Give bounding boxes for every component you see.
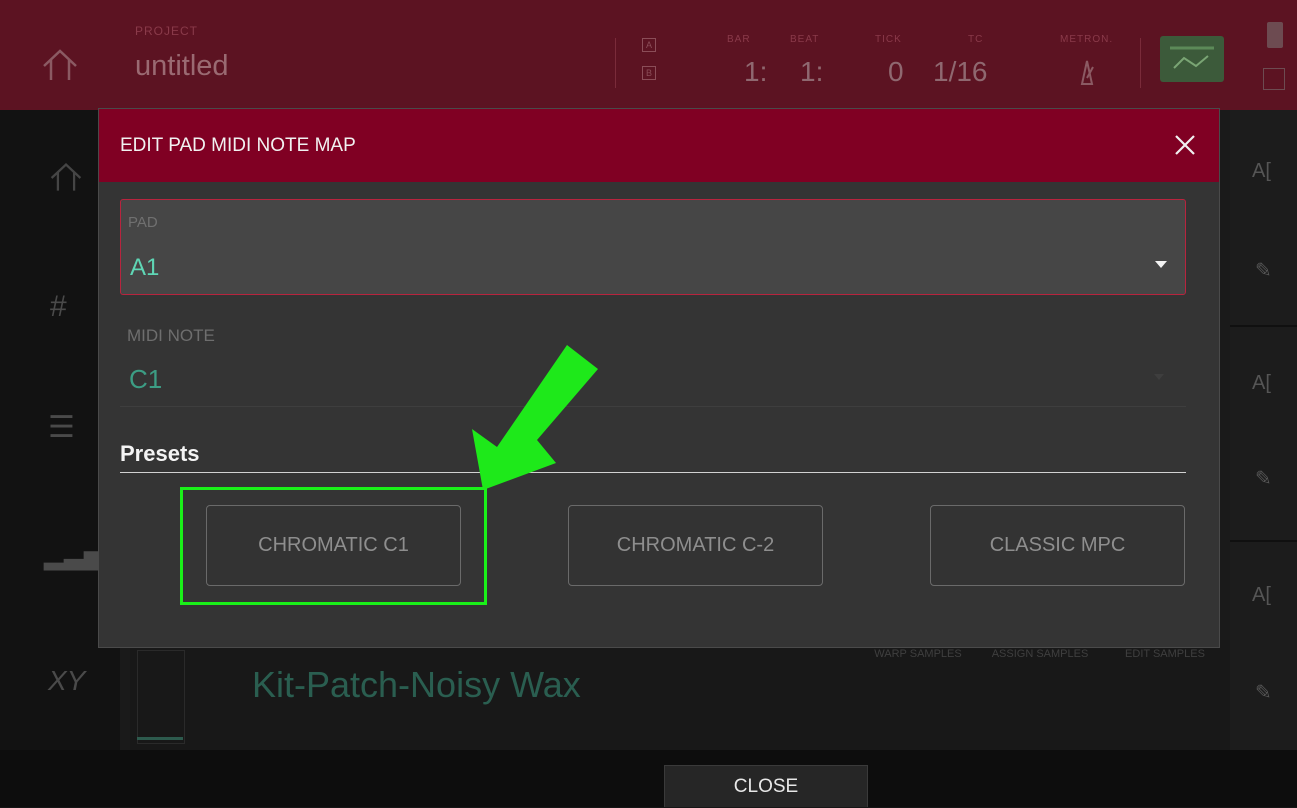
metronome-label: METRON. xyxy=(1060,34,1114,45)
presets-divider xyxy=(120,472,1186,473)
warp-samples-button[interactable]: WARP SAMPLES xyxy=(868,646,968,662)
battery-icon xyxy=(1267,22,1283,48)
track-level-meter xyxy=(137,650,185,744)
divider xyxy=(615,38,616,88)
pencil-icon[interactable]: ✎ xyxy=(1255,680,1272,705)
divider xyxy=(1140,38,1141,88)
close-icon[interactable] xyxy=(1171,131,1199,159)
close-button[interactable]: CLOSE xyxy=(664,765,868,807)
preset-classic-mpc-button[interactable]: CLASSIC MPC xyxy=(930,505,1185,586)
automation-button[interactable] xyxy=(1160,36,1224,82)
divider xyxy=(1230,325,1297,327)
preset-chromatic-c-2-button[interactable]: CHROMATIC C-2 xyxy=(568,505,823,586)
pencil-icon[interactable]: ✎ xyxy=(1255,466,1272,491)
bar-label: BAR xyxy=(727,34,751,45)
project-name[interactable]: untitled xyxy=(135,50,229,83)
square-a-icon[interactable]: A xyxy=(642,38,656,52)
tc-label: TC xyxy=(968,34,984,45)
beat-label: BEAT xyxy=(790,34,820,45)
home-icon[interactable] xyxy=(48,160,84,196)
metronome-icon[interactable] xyxy=(1075,58,1099,86)
dropdown-arrow-icon xyxy=(1155,261,1167,268)
tc-value[interactable]: 1/16 xyxy=(933,56,988,88)
bar-value[interactable]: 1: xyxy=(744,56,767,88)
divider xyxy=(1230,540,1297,542)
midi-note-select[interactable]: MIDI NOTE C1 xyxy=(120,319,1186,407)
pad-select[interactable]: PAD A1 xyxy=(120,199,1186,295)
level-indicator xyxy=(137,737,183,740)
assign-samples-button[interactable]: ASSIGN SAMPLES xyxy=(990,646,1090,662)
cpu-icon xyxy=(1263,68,1285,90)
highlight-box xyxy=(180,487,487,605)
midi-note-value: C1 xyxy=(129,364,163,394)
pencil-icon[interactable]: ✎ xyxy=(1255,258,1272,283)
right-column xyxy=(1230,110,1297,750)
tick-label: TICK xyxy=(875,34,902,45)
beat-value[interactable]: 1: xyxy=(800,56,823,88)
rename-icon[interactable]: A[ xyxy=(1252,584,1271,607)
dropdown-arrow-icon xyxy=(1154,374,1164,380)
home-icon[interactable] xyxy=(40,46,80,86)
xy-icon[interactable]: XY xyxy=(48,665,85,697)
tick-value[interactable]: 0 xyxy=(888,56,904,88)
menu-icon[interactable]: ☰ xyxy=(48,410,75,445)
presets-heading: Presets xyxy=(120,441,200,466)
edit-samples-button[interactable]: EDIT SAMPLES xyxy=(1115,646,1215,662)
rename-icon[interactable]: A[ xyxy=(1252,372,1271,395)
pad-value: A1 xyxy=(130,254,160,281)
track-name[interactable]: Kit-Patch-Noisy Wax xyxy=(252,664,581,706)
midi-note-label: MIDI NOTE xyxy=(127,326,215,345)
grid-icon[interactable]: # xyxy=(50,290,67,324)
dialog-title: EDIT PAD MIDI NOTE MAP xyxy=(120,135,356,156)
automation-icon xyxy=(1170,46,1214,69)
square-b-icon[interactable]: B xyxy=(642,66,656,80)
project-label: PROJECT xyxy=(135,24,199,38)
dialog-header: EDIT PAD MIDI NOTE MAP xyxy=(99,109,1219,182)
pad-label: PAD xyxy=(128,214,158,231)
rename-icon[interactable]: A[ xyxy=(1252,160,1271,183)
bottom-bar xyxy=(0,750,1297,807)
arrow-icon xyxy=(472,345,598,490)
